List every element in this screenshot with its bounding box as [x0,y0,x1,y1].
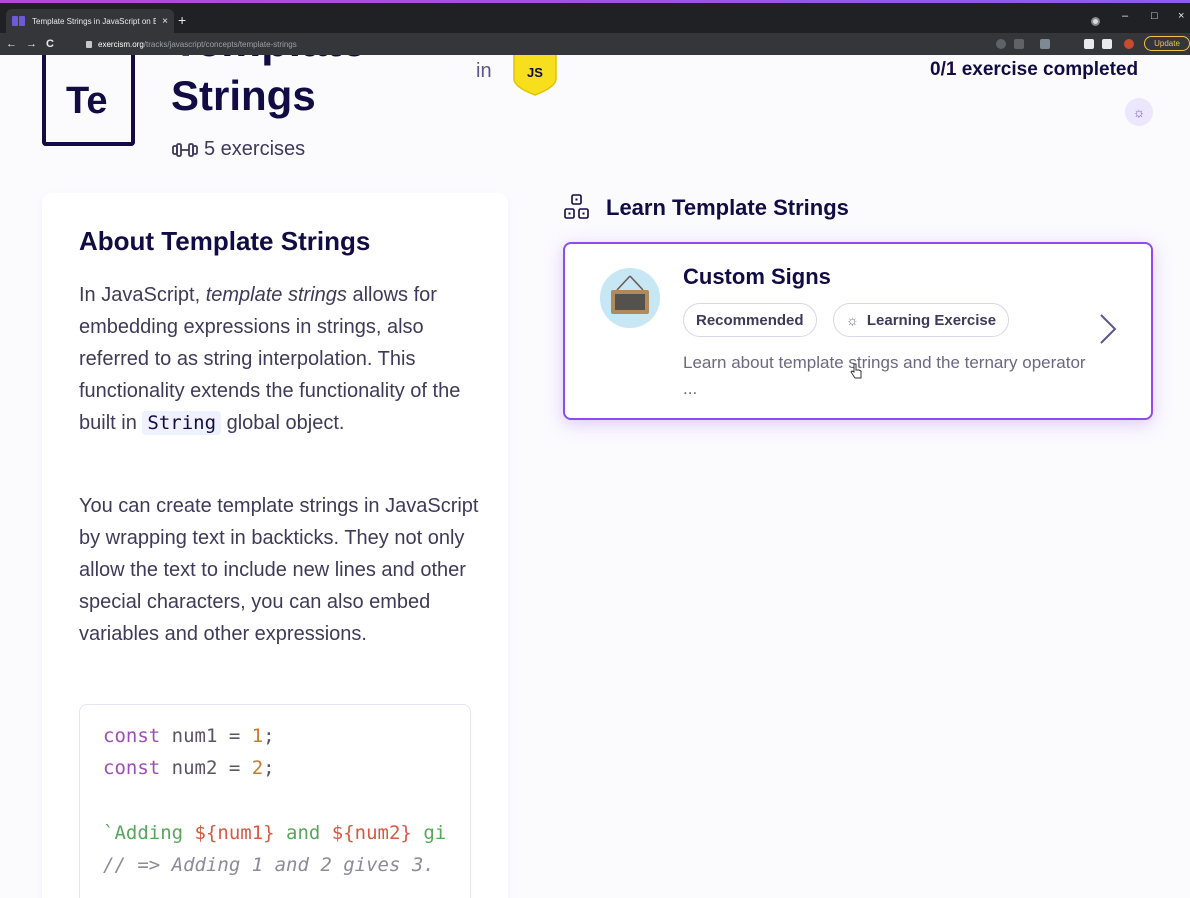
url-path: /tracks/javascript/concepts/template-str… [143,39,297,49]
forward-button[interactable]: → [26,37,37,51]
custom-signs-icon [600,268,660,328]
exercise-count-label: 5 exercises [204,138,306,160]
bookmark-star-icon[interactable] [1014,39,1024,49]
browser-navbar: ← → C exercism.org /tracks/javascript/co… [0,33,1190,55]
page-content: Te Template Strings 5 exercises in JS 0/… [0,55,1190,898]
lock-icon [86,40,92,48]
exercise-title: Custom Signs [683,264,831,289]
back-button[interactable]: ← [6,37,17,51]
update-button[interactable]: Update [1144,36,1190,51]
browser-tab[interactable]: Template Strings in JavaScript on Exerci… [6,9,174,33]
js-badge-icon: JS [513,55,557,96]
maximize-button[interactable]: □ [1151,10,1158,22]
reload-button[interactable]: C [46,37,54,51]
exercise-card-custom-signs[interactable]: Custom Signs Recommended ☼ Learning Exerc… [563,242,1153,420]
js-track-badge[interactable]: JS [512,55,558,97]
learn-heading: Learn Template Strings [564,194,849,222]
about-paragraph-2: You can create template strings in JavaS… [79,495,479,645]
about-title: About Template Strings [79,226,371,256]
address-bar[interactable]: exercism.org /tracks/javascript/concepts… [80,36,1080,52]
extension-icon[interactable] [1084,39,1094,49]
cursor-hand-icon [850,363,862,379]
code-line-4: // => Adding 1 and 2 gives 3. [103,854,435,876]
zoom-icon[interactable] [996,39,1006,49]
chevron-right-icon[interactable] [1097,312,1119,346]
concept-logo: Te [42,55,135,146]
recommended-badge: Recommended [683,303,817,337]
dumbbell-icon [172,142,198,157]
avatar[interactable] [1124,39,1134,49]
concept-logo-text: Te [66,80,108,122]
code-block: const num1 = 1; const num2 = 2; `Adding … [79,704,471,898]
profile-icon[interactable] [1091,17,1100,26]
concepts-icon [564,194,589,219]
about-paragraph-1: In JavaScript, template strings allows f… [79,284,461,435]
browser-tabbar: Template Strings in JavaScript on Exerci… [0,3,1190,33]
code-line-3: `Adding ${num1} and ${num2} gi [103,822,447,844]
exercism-favicon-icon [12,16,26,26]
page-title: Strings [171,72,316,119]
new-tab-button[interactable]: + [178,13,186,27]
completion-status: 0/1 exercise completed [930,59,1139,80]
bulb-icon: ☼ [846,312,859,328]
inline-code: String [142,411,222,435]
svg-text:JS: JS [527,65,543,80]
track-in-label: in [476,60,492,82]
code-line-1: const num1 = 1; [103,725,275,747]
theme-sun-icon[interactable]: ☼ [1125,98,1153,126]
tab-title: Template Strings in JavaScript on Exerci… [32,16,157,26]
exercise-description: Learn about template strings and the ter… [683,353,1086,398]
url-host: exercism.org [98,39,144,49]
learning-exercise-badge: ☼ Learning Exercise [833,303,1010,337]
about-card: About Template Strings In JavaScript, te… [42,193,508,898]
exercise-count: 5 exercises [172,138,305,161]
page-title-partial: Template [172,55,432,69]
extensions-puzzle-icon[interactable] [1102,39,1112,49]
code-line-2: const num2 = 2; [103,757,275,779]
tab-close-icon[interactable]: × [162,16,168,27]
minimize-button[interactable]: – [1122,10,1128,22]
learn-heading-label: Learn Template Strings [606,195,849,220]
close-window-button[interactable]: × [1178,10,1184,22]
extension-icon[interactable] [1040,39,1050,49]
